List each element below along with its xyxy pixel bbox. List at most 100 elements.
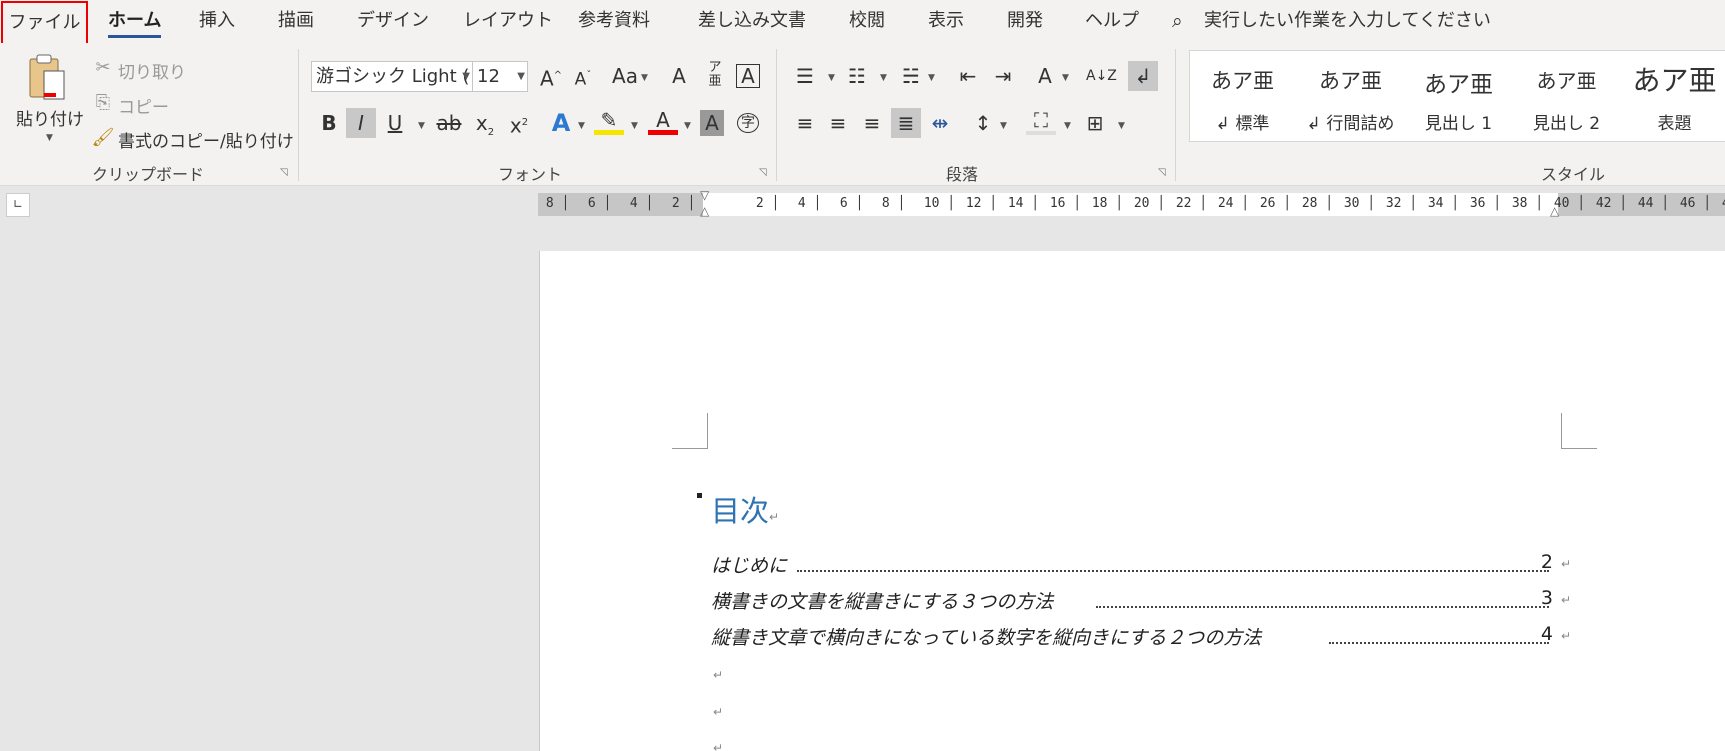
first-line-indent-icon[interactable]: ▽ [700,188,709,202]
tab-help[interactable]: ヘルプ [1085,0,1139,43]
chevron-down-icon[interactable]: ▼ [462,62,470,91]
chevron-down-icon[interactable]: ▼ [880,73,887,83]
tab-draw[interactable]: 描画 [278,0,314,43]
tab-layout[interactable]: レイアウト [463,0,553,43]
enclose-characters-icon[interactable]: 字 [733,108,763,138]
clipboard-launcher-icon[interactable]: ◹ [280,167,288,178]
ruler-tick-label: 22 │ [1168,196,1208,211]
chevron-down-icon[interactable]: ▼ [1000,121,1007,131]
strikethrough-icon[interactable]: ab [434,108,464,138]
font-family-combo[interactable]: 游ゴシック Light (! ▼ [311,61,473,92]
chevron-down-icon[interactable]: ▼ [1118,121,1125,131]
multilevel-list-icon[interactable]: ☵ [896,61,926,91]
style-normal[interactable]: あア亜 ↲ 標準 [1190,51,1295,141]
tab-insert[interactable]: 挿入 [199,0,235,43]
justify-icon[interactable]: ≣ [891,108,921,138]
ruler-tick-label: 38 │ [1504,196,1544,211]
tab-mailings[interactable]: 差し込み文書 [698,0,806,43]
change-case-icon[interactable]: Aa [610,61,640,91]
style-heading-1[interactable]: あア亜 見出し 1 [1406,51,1511,141]
tab-review[interactable]: 校閲 [849,0,885,43]
ruler-tick-label: 16 │ [1042,196,1082,211]
chevron-down-icon[interactable]: ▼ [517,62,525,91]
chevron-down-icon[interactable]: ▼ [828,73,835,83]
font-size-combo[interactable]: 12 ▼ [472,61,528,92]
character-shading-icon[interactable]: A [700,110,724,136]
style-heading-2[interactable]: あア亜 見出し 2 [1514,51,1619,141]
paragraph-launcher-icon[interactable]: ◹ [1158,167,1166,178]
align-right-icon[interactable]: ≡ [857,108,887,138]
style-sample: あア亜 [1424,72,1493,98]
tab-view[interactable]: 表示 [928,0,964,43]
text-direction-icon[interactable]: A [1030,61,1060,91]
toc-entry[interactable]: 縦書き文章で横向きになっている数字を縦向きにする２つの方法 4 ↵ [711,623,1571,653]
right-indent-icon[interactable]: △ [1550,204,1559,218]
tab-design[interactable]: デザイン [357,0,429,43]
copy-button[interactable]: コピー [118,93,169,118]
toc-entry[interactable]: はじめに 2 ↵ [711,551,1571,581]
search-icon[interactable]: ⌕ [1172,0,1183,43]
grow-font-icon[interactable]: A^ [536,61,566,91]
cut-button[interactable]: 切り取り [118,58,186,83]
crop-mark [1561,413,1597,449]
increase-indent-icon[interactable]: ⇥ [988,61,1018,91]
font-size-value: 12 [477,66,500,87]
ruler-tick-label: 30 │ [1336,196,1376,211]
chevron-down-icon[interactable]: ▼ [418,121,425,131]
tab-selector-icon[interactable]: ∟ [6,193,30,217]
chevron-down-icon[interactable]: ▼ [1062,73,1069,83]
chevron-down-icon[interactable]: ▼ [928,73,935,83]
toc-entry[interactable]: 横書きの文書を縦書きにする３つの方法 3 ↵ [711,587,1571,617]
character-border-icon[interactable]: A [736,64,760,88]
paste-dropdown-icon[interactable]: ▼ [46,133,53,143]
borders-icon[interactable]: ⊞ [1080,108,1110,138]
paragraph-mark: ↵ [769,510,780,524]
format-painter-button[interactable]: 書式のコピー/貼り付け [118,127,294,152]
tab-file[interactable]: ファイル [1,1,88,46]
decrease-indent-icon[interactable]: ⇤ [953,61,983,91]
paste-button[interactable]: 貼り付け [16,105,84,130]
shrink-font-icon[interactable]: Aˇ [568,61,598,91]
text-effects-icon[interactable]: A [546,108,576,138]
chevron-down-icon[interactable]: ▼ [684,121,691,131]
distributed-icon[interactable]: ⇹ [925,108,955,138]
clear-formatting-icon[interactable]: A [664,61,694,91]
shading-icon[interactable]: ⛶ [1026,105,1056,135]
chevron-down-icon[interactable]: ▼ [1064,121,1071,131]
italic-icon[interactable]: I [346,108,376,138]
highlight-icon[interactable]: ✎ [594,105,624,135]
font-family-value: 游ゴシック Light (! [316,66,473,87]
align-center-icon[interactable]: ≡ [823,108,853,138]
style-title[interactable]: あア亜 表題 [1622,51,1725,141]
group-divider [776,49,777,181]
align-left-icon[interactable]: ≡ [790,108,820,138]
tab-developer[interactable]: 開発 [1007,0,1043,43]
style-no-spacing[interactable]: あア亜 ↲ 行間詰め [1298,51,1403,141]
ruler-tick-label: 36 │ [1462,196,1502,211]
hanging-indent-icon[interactable]: △ [700,204,709,218]
sort-icon[interactable]: A↓Z [1086,61,1117,91]
tell-me-box[interactable]: 実行したい作業を入力してください [1204,0,1491,43]
numbering-icon[interactable]: ☷ [842,61,872,91]
paste-icon[interactable] [24,53,72,103]
font-launcher-icon[interactable]: ◹ [759,167,767,178]
bold-icon[interactable]: B [314,108,344,138]
phonetic-guide-icon[interactable]: ア亜 [700,61,730,91]
toc-heading[interactable]: 目次↵ [711,488,779,530]
ruler-tick-label: 20 │ [1126,196,1166,211]
chevron-down-icon[interactable]: ▼ [641,73,648,83]
tab-home[interactable]: ホーム [108,0,162,43]
chevron-down-icon[interactable]: ▼ [631,121,638,131]
paragraph-mark: ↵ [1560,593,1571,607]
show-marks-icon[interactable]: ↲ [1128,61,1158,91]
line-spacing-icon[interactable]: ↕ [968,108,998,138]
toc-leader [797,570,1549,572]
font-color-icon[interactable]: A [648,105,678,135]
underline-icon[interactable]: U [380,108,410,138]
chevron-down-icon[interactable]: ▼ [578,121,585,131]
superscript-icon[interactable]: x2 [504,108,534,138]
subscript-icon[interactable]: x2 [470,108,500,138]
tab-references[interactable]: 参考資料 [578,0,650,43]
ruler-tick-label: 34 │ [1420,196,1460,211]
bullets-icon[interactable]: ☰ [790,61,820,91]
